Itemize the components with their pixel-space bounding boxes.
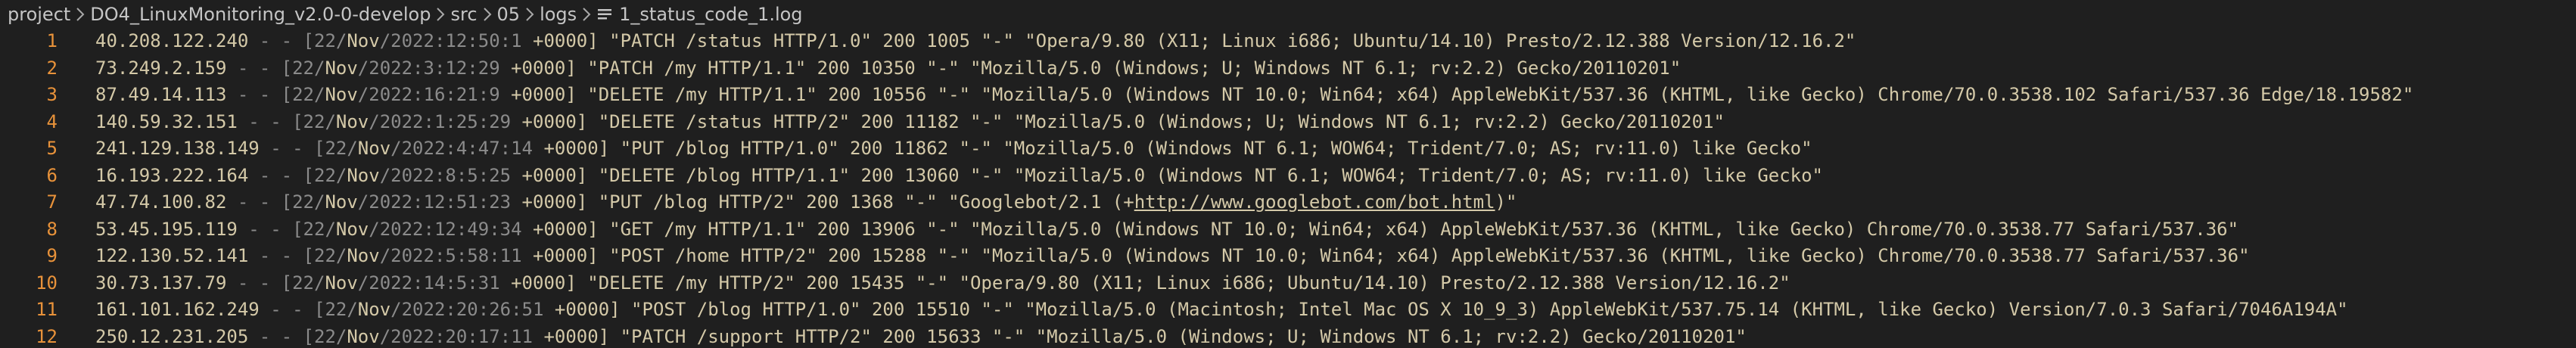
breadcrumb-item-project[interactable]: project xyxy=(8,4,70,25)
line-number: 2 xyxy=(46,57,58,79)
url-link[interactable]: http://www.googlebot.com/bot.html xyxy=(1134,191,1495,213)
line-number: 9 xyxy=(46,245,58,266)
chevron-right-icon xyxy=(75,6,86,23)
editor-line[interactable]: 1 40.208.122.240 - - [22/Nov/2022:12:50:1… xyxy=(0,28,2576,55)
log-line-text: 47.74.100.82 - - [22/Nov/2022:12:51:23 +… xyxy=(95,191,1517,213)
breadcrumb-item-src[interactable]: src xyxy=(450,4,477,25)
log-line-text: 241.129.138.149 - - [22/Nov/2022:4:47:14… xyxy=(95,138,1812,159)
text-file-icon xyxy=(596,6,613,23)
editor-line[interactable]: 3 87.49.14.113 - - [22/Nov/2022:16:21:9 +… xyxy=(0,82,2576,109)
log-line-text: 250.12.231.205 - - [22/Nov/2022:20:17:11… xyxy=(95,325,1747,347)
log-line-text: 161.101.162.249 - - [22/Nov/2022:20:26:5… xyxy=(95,299,2348,320)
editor-line[interactable]: 11 161.101.162.249 - - [22/Nov/2022:20:26… xyxy=(0,297,2576,324)
line-number: 6 xyxy=(46,164,58,186)
line-number: 11 xyxy=(36,299,58,320)
line-number: 8 xyxy=(46,218,58,240)
editor-line[interactable]: 2 73.249.2.159 - - [22/Nov/2022:3:12:29 +… xyxy=(0,55,2576,82)
log-line-text: 87.49.14.113 - - [22/Nov/2022:16:21:9 +0… xyxy=(95,84,2414,105)
log-line-text: 53.45.195.119 - - [22/Nov/2022:12:49:34 … xyxy=(95,218,2239,240)
line-number: 7 xyxy=(46,191,58,213)
chevron-right-icon xyxy=(482,6,493,23)
editor-line[interactable]: 4 140.59.32.151 - - [22/Nov/2022:1:25:29 … xyxy=(0,109,2576,136)
editor-line[interactable]: 9 122.130.52.141 - - [22/Nov/2022:5:58:11… xyxy=(0,243,2576,270)
log-line-text: 122.130.52.141 - - [22/Nov/2022:5:58:11 … xyxy=(95,245,2250,266)
line-number: 10 xyxy=(36,272,58,294)
editor-line[interactable]: 6 16.193.222.164 - - [22/Nov/2022:8:5:25 … xyxy=(0,163,2576,190)
line-number: 1 xyxy=(46,30,58,51)
log-line-text: 140.59.32.151 - - [22/Nov/2022:1:25:29 +… xyxy=(95,110,1725,132)
chevron-right-icon xyxy=(581,6,592,23)
line-number: 5 xyxy=(46,138,58,159)
breadcrumb-item-05[interactable]: 05 xyxy=(497,4,521,25)
editor-line[interactable]: 7 47.74.100.82 - - [22/Nov/2022:12:51:23 … xyxy=(0,189,2576,216)
line-number: 12 xyxy=(36,325,58,347)
breadcrumb-item-repo[interactable]: DO4_LinuxMonitoring_v2.0-0-develop xyxy=(90,4,431,25)
line-number: 4 xyxy=(46,110,58,132)
log-line-text: 16.193.222.164 - - [22/Nov/2022:8:5:25 +… xyxy=(95,164,1824,186)
breadcrumb: project DO4_LinuxMonitoring_v2.0-0-devel… xyxy=(0,0,2576,28)
line-number: 3 xyxy=(46,84,58,105)
breadcrumb-item-file[interactable]: 1_status_code_1.log xyxy=(619,4,802,25)
log-line-text: 73.249.2.159 - - [22/Nov/2022:3:12:29 +0… xyxy=(95,57,1682,79)
editor-line[interactable]: 10 30.73.137.79 - - [22/Nov/2022:14:5:31 … xyxy=(0,270,2576,297)
log-line-text: 30.73.137.79 - - [22/Nov/2022:14:5:31 +0… xyxy=(95,272,1790,294)
editor-line[interactable]: 5 241.129.138.149 - - [22/Nov/2022:4:47:1… xyxy=(0,135,2576,163)
editor-line[interactable]: 8 53.45.195.119 - - [22/Nov/2022:12:49:34… xyxy=(0,216,2576,244)
chevron-right-icon xyxy=(435,6,446,23)
chevron-right-icon xyxy=(524,6,535,23)
breadcrumb-item-logs[interactable]: logs xyxy=(540,4,577,25)
editor-text-area[interactable]: 1 40.208.122.240 - - [22/Nov/2022:12:50:1… xyxy=(0,28,2576,348)
log-line-text: 40.208.122.240 - - [22/Nov/2022:12:50:1 … xyxy=(95,30,1856,51)
editor-line[interactable]: 12 250.12.231.205 - - [22/Nov/2022:20:17:… xyxy=(0,324,2576,348)
